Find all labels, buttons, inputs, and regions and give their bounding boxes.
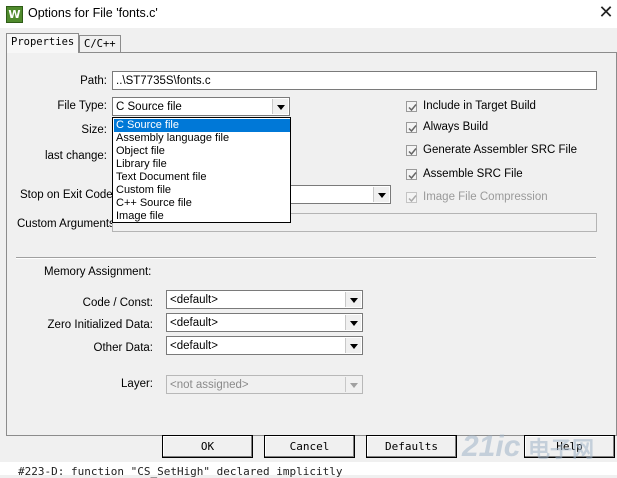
file-type-option[interactable]: C Source file <box>114 119 290 132</box>
assemble-src-label: Assemble SRC File <box>423 168 523 180</box>
code-const-value: <default> <box>170 294 218 306</box>
code-const-select[interactable]: <default> <box>166 290 363 309</box>
zero-init-value: <default> <box>170 317 218 329</box>
chevron-down-icon[interactable] <box>345 292 361 307</box>
layer-value: <not assigned> <box>170 379 249 391</box>
file-type-value: C Source file <box>116 101 182 113</box>
generate-asm-src-label: Generate Assembler SRC File <box>423 144 578 156</box>
file-type-option[interactable]: Custom file <box>114 184 290 197</box>
file-type-option[interactable]: Library file <box>114 158 290 171</box>
file-type-option[interactable]: Assembly language file <box>114 132 290 145</box>
custom-args-label: Custom Arguments: <box>17 218 118 230</box>
layer-select[interactable]: <not assigned> <box>166 375 363 394</box>
size-label: Size: <box>81 124 107 136</box>
always-build-checkbox[interactable] <box>406 122 417 133</box>
tab-properties[interactable]: Properties <box>6 33 80 53</box>
chevron-down-icon[interactable] <box>373 187 389 202</box>
layer-label: Layer: <box>121 378 153 390</box>
zero-init-select[interactable]: <default> <box>166 313 363 332</box>
app-icon: W <box>6 6 23 23</box>
include-in-build-checkbox[interactable] <box>406 101 417 112</box>
file-type-select[interactable]: C Source file <box>112 97 290 116</box>
memory-assignment-label: Memory Assignment: <box>44 266 152 278</box>
chevron-down-icon[interactable] <box>272 99 288 114</box>
file-type-option[interactable]: C++ Source file <box>114 197 290 210</box>
separator <box>16 257 596 259</box>
code-const-label: Code / Const: <box>82 297 153 309</box>
file-type-dropdown-list: C Source file Assembly language file Obj… <box>112 117 291 223</box>
file-type-option[interactable]: Image file <box>114 210 290 223</box>
file-type-option[interactable]: Object file <box>114 145 290 158</box>
zero-init-label: Zero Initialized Data: <box>47 319 153 331</box>
window-title: Options for File 'fonts.c' <box>28 6 158 20</box>
always-build-label: Always Build <box>423 121 489 133</box>
ok-button[interactable]: OK <box>162 435 253 458</box>
close-icon[interactable]: ✕ <box>596 2 616 24</box>
other-data-label: Other Data: <box>93 342 153 354</box>
other-data-value: <default> <box>170 340 218 352</box>
build-output-line: #223-D: function "CS_SetHigh" declared i… <box>18 465 343 478</box>
file-type-option[interactable]: Text Document file <box>114 171 290 184</box>
help-button[interactable]: Help <box>524 435 615 458</box>
path-input[interactable]: ..\ST7735S\fonts.c <box>112 71 597 90</box>
path-label: Path: <box>80 75 107 87</box>
include-in-build-label: Include in Target Build <box>423 100 536 112</box>
chevron-down-icon <box>345 377 361 392</box>
chevron-down-icon[interactable] <box>345 315 361 330</box>
image-compression-checkbox[interactable] <box>406 192 417 203</box>
chevron-down-icon[interactable] <box>345 338 361 353</box>
stop-on-exit-label: Stop on Exit Code: <box>20 189 116 201</box>
tab-c-cpp[interactable]: C/C++ <box>79 35 121 53</box>
last-change-label: last change: <box>44 150 107 162</box>
cancel-button[interactable]: Cancel <box>264 435 355 458</box>
assemble-src-checkbox[interactable] <box>406 169 417 180</box>
defaults-button[interactable]: Defaults <box>366 435 457 458</box>
image-compression-label: Image File Compression <box>423 191 548 203</box>
file-type-label: File Type: <box>57 100 107 112</box>
other-data-select[interactable]: <default> <box>166 336 363 355</box>
generate-asm-src-checkbox[interactable] <box>406 145 417 156</box>
